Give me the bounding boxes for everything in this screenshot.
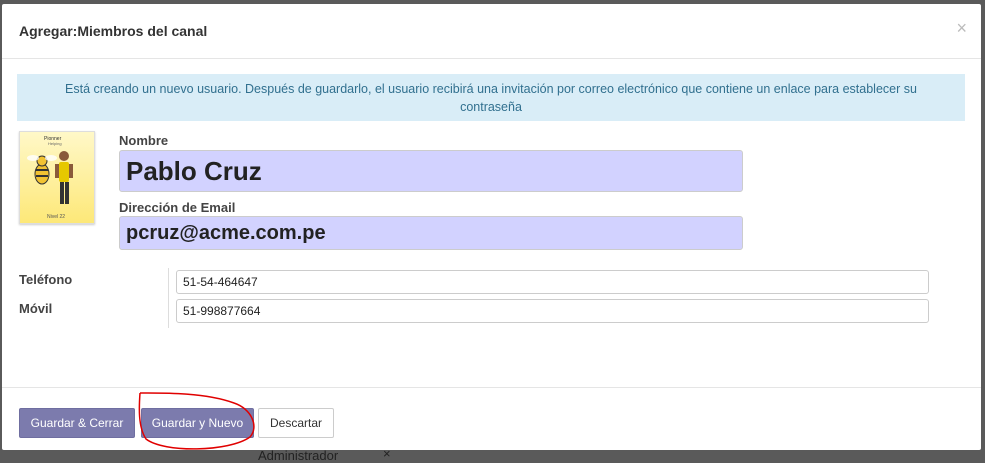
close-icon[interactable]: × [956, 18, 967, 39]
phone-label: Teléfono [19, 272, 73, 287]
email-input[interactable]: pcruz@acme.com.pe [119, 216, 743, 250]
mobile-input[interactable]: 51-998877664 [176, 299, 929, 323]
label-divider [168, 268, 169, 328]
avatar-level: Nivel 22 [47, 214, 66, 220]
dialog-footer: Guardar & Cerrar Guardar y Nuevo Descart… [2, 387, 981, 450]
save-close-button[interactable]: Guardar & Cerrar [19, 408, 135, 438]
dialog-header: Agregar:Miembros del canal × [2, 4, 981, 59]
dialog-title: Agregar:Miembros del canal [19, 23, 208, 39]
info-alert: Está creando un nuevo usuario. Después d… [17, 74, 965, 121]
background-user-role: Administrador [258, 448, 339, 463]
name-input[interactable]: Pablo Cruz [119, 150, 743, 192]
avatar[interactable]: Pionner Helping Nivel 22 [19, 131, 95, 224]
save-new-button[interactable]: Guardar y Nuevo [141, 408, 254, 438]
info-alert-text: Está creando un nuevo usuario. Después d… [65, 81, 917, 114]
name-label: Nombre [119, 133, 169, 148]
discard-button[interactable]: Descartar [258, 408, 334, 438]
mobile-label: Móvil [19, 301, 53, 316]
phone-input[interactable]: 51-54-464647 [176, 270, 929, 294]
avatar-character-image [27, 151, 73, 204]
email-label: Dirección de Email [119, 200, 236, 215]
create-member-dialog: Agregar:Miembros del canal × Está creand… [2, 4, 981, 450]
